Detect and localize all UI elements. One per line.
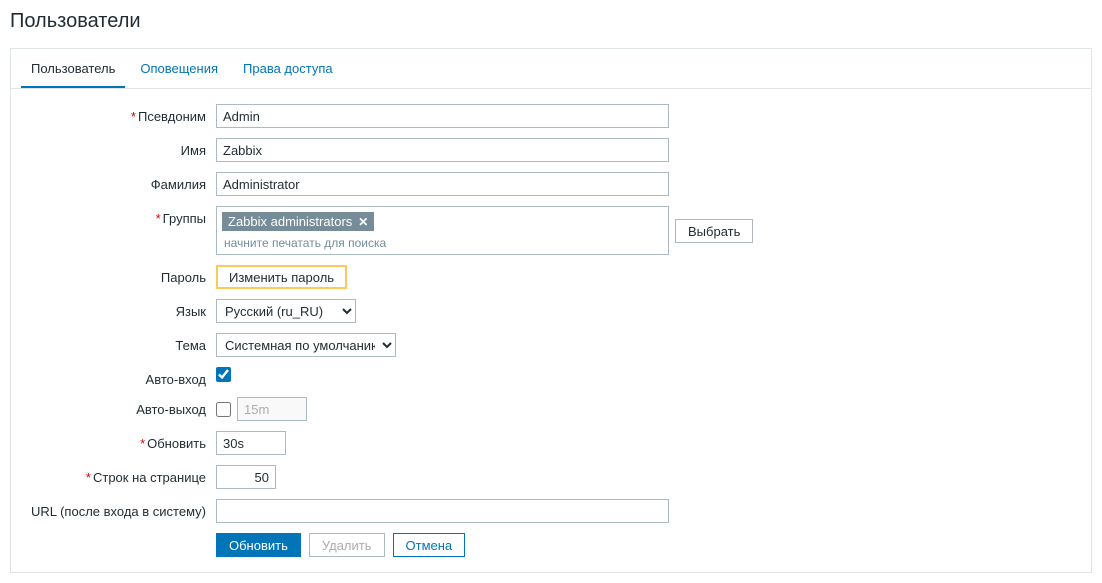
label-autologin: Авто-вход (21, 367, 216, 387)
autologout-input (237, 397, 307, 421)
label-password: Пароль (21, 265, 216, 285)
form-content: *Псевдоним Имя Фамилия *Группы (11, 89, 1091, 572)
tab-user[interactable]: Пользователь (21, 49, 125, 88)
group-tag[interactable]: Zabbix administrators ✕ (222, 212, 374, 231)
page-title: Пользователи (10, 5, 1092, 48)
label-surname: Фамилия (21, 172, 216, 192)
label-autologout: Авто-выход (21, 397, 216, 417)
delete-button: Удалить (309, 533, 385, 557)
form-container: Пользователь Оповещения Права доступа *П… (10, 48, 1092, 573)
groups-multiselect[interactable]: Zabbix administrators ✕ начните печатать… (216, 206, 669, 255)
label-name: Имя (21, 138, 216, 158)
groups-placeholder: начните печатать для поиска (220, 233, 665, 251)
label-url: URL (после входа в систему) (21, 499, 216, 519)
label-language: Язык (21, 299, 216, 319)
label-theme: Тема (21, 333, 216, 353)
select-group-button[interactable]: Выбрать (675, 219, 753, 243)
remove-group-icon[interactable]: ✕ (358, 215, 368, 229)
tab-media[interactable]: Оповещения (130, 49, 228, 88)
autologin-checkbox[interactable] (216, 367, 231, 382)
url-input[interactable] (216, 499, 669, 523)
theme-select[interactable]: Системная по умолчанию (216, 333, 396, 357)
alias-input[interactable] (216, 104, 669, 128)
refresh-input[interactable] (216, 431, 286, 455)
cancel-button[interactable]: Отмена (393, 533, 466, 557)
tabs: Пользователь Оповещения Права доступа (11, 49, 1091, 89)
tab-permissions[interactable]: Права доступа (233, 49, 343, 88)
change-password-button[interactable]: Изменить пароль (216, 265, 347, 289)
rows-input[interactable] (216, 465, 276, 489)
autologout-checkbox[interactable] (216, 402, 231, 417)
name-input[interactable] (216, 138, 669, 162)
surname-input[interactable] (216, 172, 669, 196)
language-select[interactable]: Русский (ru_RU) (216, 299, 356, 323)
update-button[interactable]: Обновить (216, 533, 301, 557)
label-rows: *Строк на странице (21, 465, 216, 485)
label-alias: *Псевдоним (21, 104, 216, 124)
button-row: Обновить Удалить Отмена (216, 533, 1081, 557)
label-refresh: *Обновить (21, 431, 216, 451)
label-groups: *Группы (21, 206, 216, 226)
group-tag-label: Zabbix administrators (228, 214, 352, 229)
